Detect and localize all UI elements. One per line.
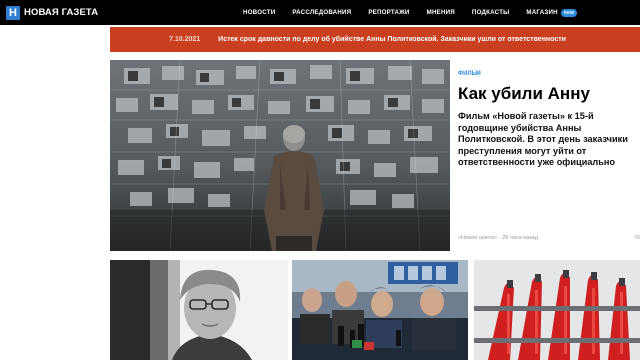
nav-item-podcasts[interactable]: ПОДКАСТЫ: [472, 9, 509, 16]
article-rubric[interactable]: ФИЛЬМ: [458, 71, 481, 77]
nav-item-investigations[interactable]: РАССЛЕДОВАНИЯ: [292, 9, 351, 16]
top-navigation-bar: Н НОВАЯ ГАЗЕТА НОВОСТИ РАССЛЕДОВАНИЯ РЕП…: [0, 0, 640, 25]
main-nav: НОВОСТИ РАССЛЕДОВАНИЯ РЕПОРТАЖИ МНЕНИЯ П…: [243, 0, 594, 25]
press-conference-photo: [292, 260, 468, 360]
hero-image[interactable]: [110, 60, 450, 251]
hero-article: ФИЛЬМ Как убили Анну Фильм «Новой газеты…: [458, 60, 640, 251]
article-meta: «Новая газета» · 29 часа назад: [458, 235, 538, 241]
breaking-news-banner[interactable]: 7.10.2021 Истек срок давности по делу об…: [110, 27, 640, 52]
gas-cylinders-photo: [474, 260, 640, 360]
article-lead[interactable]: Фильм «Новой газеты» к 15-й годовщине уб…: [458, 111, 636, 169]
portrait-photo: [110, 260, 288, 360]
nav-item-shop[interactable]: МАГАЗИН new: [526, 8, 578, 17]
site-logo[interactable]: Н НОВАЯ ГАЗЕТА: [6, 5, 99, 20]
breaking-news-date: 7.10.2021: [169, 36, 201, 43]
nav-item-news[interactable]: НОВОСТИ: [243, 9, 275, 16]
logo-mark-icon: Н: [6, 5, 20, 20]
logo-text: НОВАЯ ГАЗЕТА: [24, 7, 99, 18]
news-card-portrait[interactable]: [110, 260, 288, 360]
article-view-count: 76: [634, 235, 640, 241]
nav-item-reports[interactable]: РЕПОРТАЖИ: [368, 9, 409, 16]
news-card-press[interactable]: [292, 260, 468, 360]
news-card-cylinders[interactable]: [474, 260, 640, 360]
article-headline[interactable]: Как убили Анну: [458, 84, 590, 104]
new-badge: new: [560, 8, 578, 17]
hero-photo-memorial-wall: [110, 60, 450, 251]
nav-item-shop-label: МАГАЗИН: [526, 9, 558, 16]
breaking-news-text: Истек срок давности по делу об убийстве …: [218, 36, 566, 43]
nav-item-opinions[interactable]: МНЕНИЯ: [427, 9, 455, 16]
